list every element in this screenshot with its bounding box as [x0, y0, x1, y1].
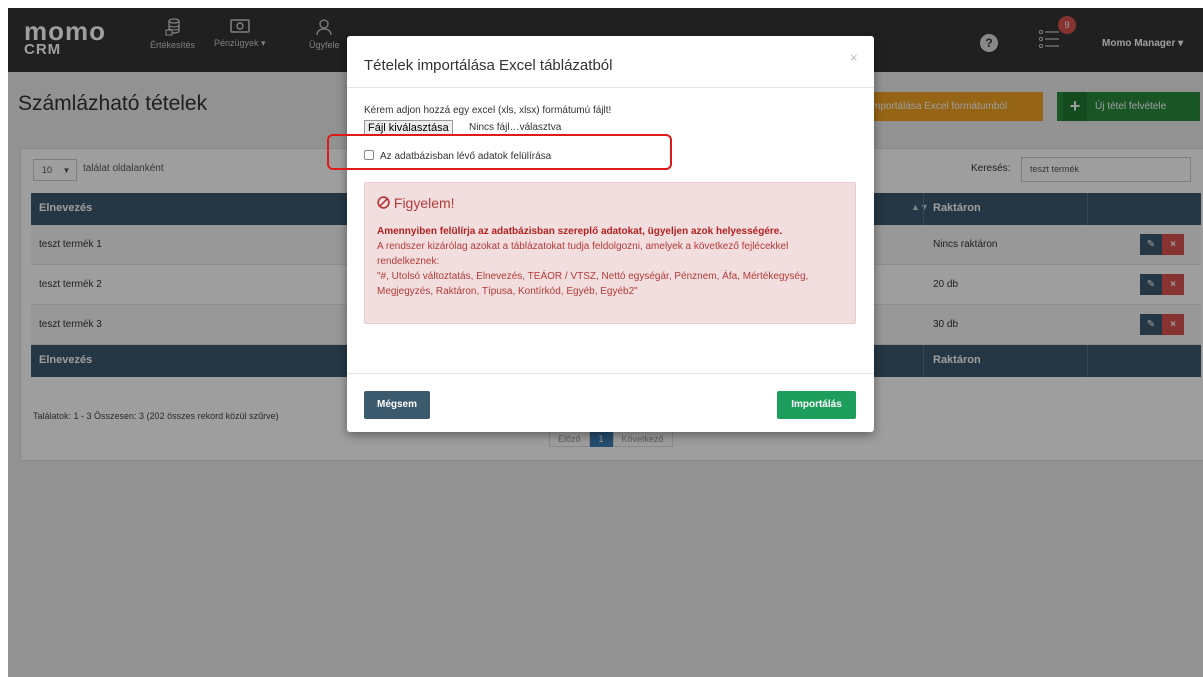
- divider: [347, 373, 874, 374]
- upload-instruction: Kérem adjon hozzá egy excel (xls, xlsx) …: [364, 105, 612, 116]
- warning-alert: Figyelem! Amennyiben felülírja az adatbá…: [364, 182, 856, 324]
- ban-icon: [377, 196, 390, 209]
- alert-text: A rendszer kizárólag azokat a táblázatok…: [377, 241, 789, 267]
- divider: [347, 87, 874, 88]
- import-modal: Tételek importálása Excel táblázatból × …: [327, 36, 874, 432]
- import-button[interactable]: Importálás: [777, 391, 856, 419]
- overwrite-checkbox[interactable]: [364, 150, 374, 160]
- alert-title: Figyelem!: [393, 195, 455, 211]
- modal-title: Tételek importálása Excel táblázatból: [364, 57, 613, 74]
- close-icon[interactable]: ×: [850, 50, 858, 65]
- cancel-button[interactable]: Mégsem: [364, 391, 430, 419]
- alert-body: Amennyiben felülírja az adatbázisban sze…: [377, 224, 847, 299]
- alert-bold-text: Amennyiben felülírja az adatbázisban sze…: [377, 226, 783, 237]
- overwrite-option[interactable]: Az adatbázisban lévő adatok felülírása: [364, 150, 551, 162]
- overwrite-label: Az adatbázisban lévő adatok felülírása: [380, 151, 552, 162]
- alert-headers: "#, Utolsó változtatás, Elnevezés, TEÁOR…: [377, 271, 809, 297]
- alert-header: Figyelem!: [377, 195, 455, 211]
- app-window: momo CRM Értékesítés Pénzügyek ▾ Ügyfele…: [8, 8, 1203, 677]
- file-status: Nincs fájl…választva: [469, 122, 562, 133]
